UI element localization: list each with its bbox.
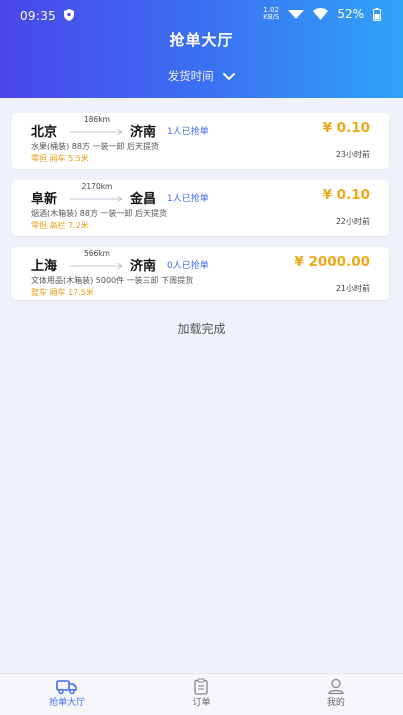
clipboard-icon: [194, 678, 209, 695]
goods-info: 文体用品(木箱装) 5000件 一装三卸 下周提货: [31, 276, 194, 285]
goods-info: 水果(桶装) 88方 一装一卸 后天提货: [31, 142, 160, 151]
tab-label: 我的: [326, 698, 345, 708]
posted-time: 21小时前: [335, 284, 370, 293]
filter-label: 发货时间: [167, 69, 214, 83]
route-arrow-icon: [70, 128, 123, 136]
wifi-icon: [313, 8, 329, 20]
page-title: 抢单大厅: [169, 31, 234, 49]
battery-icon: [373, 7, 381, 21]
shield-icon: [64, 9, 74, 21]
tab-grab-hall[interactable]: 抢单大厅: [0, 674, 134, 715]
bottom-tab-bar: 抢单大厅 订单 我的: [0, 673, 403, 715]
origin-city: 上海: [31, 259, 58, 274]
net-speed-unit: KB/S: [263, 13, 280, 21]
status-time: 09:35: [20, 9, 57, 23]
grab-count: 1人已抢单: [167, 194, 209, 204]
vehicle-info: 整车 厢车 17.5米: [31, 288, 94, 297]
route-arrow-icon: [70, 195, 123, 203]
grab-count: 0人已抢单: [167, 261, 209, 271]
order-card[interactable]: 阜新 2170km 金昌 1人已抢单 ¥ 0.10 烟酒(木箱装) 88方 一装…: [12, 180, 389, 236]
header: 09:35 1.02 KB/S 52% 抢单大厅 发货时间: [0, 0, 403, 98]
vehicle-info: 零担 高栏 7.2米: [31, 221, 89, 230]
tab-orders[interactable]: 订单: [134, 674, 268, 715]
truck-icon: [56, 680, 77, 695]
signal-icon: [288, 10, 305, 19]
tab-label: 抢单大厅: [49, 698, 86, 708]
route-arrow-icon: [70, 262, 123, 270]
goods-info: 烟酒(木箱装) 88方 一装一卸 后天提货: [31, 209, 168, 218]
order-price: ¥ 0.10: [322, 120, 370, 136]
destination-city: 济南: [130, 125, 157, 140]
vehicle-info: 零担 厢车 5.5米: [31, 154, 89, 163]
origin-city: 阜新: [31, 192, 58, 207]
distance: 2170km: [81, 182, 113, 191]
order-list: 北京 186km 济南 1人已抢单 ¥ 0.10 水果(桶装) 88方 一装一卸…: [12, 113, 389, 311]
user-icon: [328, 678, 344, 695]
order-price: ¥ 0.10: [322, 187, 370, 203]
battery-percent: 52%: [337, 7, 364, 21]
status-icons: 1.02 KB/S 52%: [263, 7, 381, 21]
tab-label: 订单: [192, 698, 211, 708]
net-speed: 1.02 KB/S: [263, 7, 279, 21]
order-card[interactable]: 上海 566km 济南 0人已抢单 ¥ 2000.00 文体用品(木箱装) 50…: [12, 247, 389, 300]
grab-count: 1人已抢单: [167, 127, 209, 137]
order-price: ¥ 2000.00: [294, 254, 370, 270]
distance: 186km: [84, 115, 110, 124]
ship-time-filter[interactable]: 发货时间: [0, 68, 403, 84]
status-bar: 09:35 1.02 KB/S 52%: [0, 0, 403, 30]
chevron-down-icon: [223, 72, 236, 80]
load-complete-text: 加载完成: [177, 322, 226, 336]
destination-city: 济南: [130, 259, 157, 274]
tab-mine[interactable]: 我的: [269, 674, 403, 715]
origin-city: 北京: [31, 125, 58, 140]
posted-time: 22小时前: [335, 217, 370, 226]
posted-time: 23小时前: [335, 150, 370, 159]
destination-city: 金昌: [130, 192, 157, 207]
order-card[interactable]: 北京 186km 济南 1人已抢单 ¥ 0.10 水果(桶装) 88方 一装一卸…: [12, 113, 389, 169]
distance: 566km: [84, 249, 110, 258]
